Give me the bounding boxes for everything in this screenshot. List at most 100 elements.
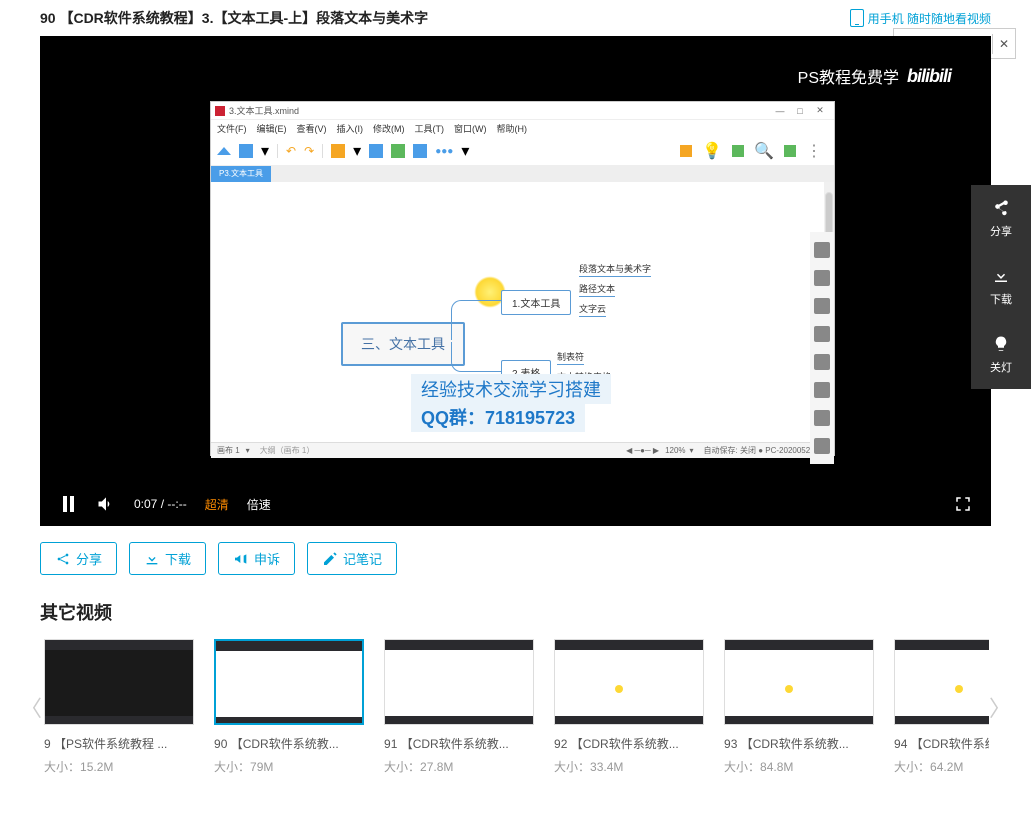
carousel-next[interactable]: 〉 — [989, 661, 1011, 753]
video-item-size: 大小：27.8M — [384, 758, 534, 775]
video-item-size: 大小：15.2M — [44, 758, 194, 775]
present-icon[interactable] — [680, 145, 692, 157]
redo-icon[interactable]: ↷ — [304, 144, 314, 158]
side-tool-4[interactable] — [814, 326, 830, 342]
video-item[interactable]: 94 【CDR软件系统教...大小：64.2M — [894, 639, 989, 775]
mindmap-node-1[interactable]: 1.文本工具 — [501, 290, 571, 315]
video-player[interactable]: PS教程免费学 bilibili 3.文本工具.xmind — □ ✕ 文件(F… — [40, 36, 991, 526]
tool3-icon[interactable] — [413, 144, 427, 158]
window-maximize[interactable]: □ — [790, 106, 810, 116]
side-tool-3[interactable] — [814, 298, 830, 314]
video-item-size: 大小：33.4M — [554, 758, 704, 775]
side-tool-8[interactable] — [814, 438, 830, 454]
panel-light-button[interactable]: 关灯 — [971, 321, 1031, 389]
xmind-tabs: P3.文本工具 — [211, 166, 834, 182]
share-icon[interactable] — [784, 145, 796, 157]
xmind-side-panel — [810, 232, 834, 464]
side-tool-1[interactable] — [814, 242, 830, 258]
video-item[interactable]: 92 【CDR软件系统教... 大小：33.4M — [554, 639, 704, 775]
tool2-icon[interactable] — [391, 144, 405, 158]
side-tool-2[interactable] — [814, 270, 830, 286]
video-thumbnail[interactable] — [894, 639, 989, 725]
pencil-icon — [322, 551, 338, 567]
download-button[interactable]: 下载 — [129, 542, 206, 575]
xmind-titlebar: 3.文本工具.xmind — □ ✕ — [211, 102, 834, 120]
page-header: 90 【CDR软件系统教程】3.【文本工具-上】段落文本与美术字 用手机 随时随… — [0, 0, 1031, 36]
share-icon — [55, 551, 71, 567]
quality-selector[interactable]: 超清 — [205, 496, 229, 513]
video-item-title: 93 【CDR软件系统教... — [724, 735, 874, 752]
xmind-canvas[interactable]: 三、文本工具 1.文本工具 2.表格 段落文本与美术字 路径文本 文字云 制表符… — [211, 182, 834, 442]
video-thumbnail[interactable] — [44, 639, 194, 725]
volume-button[interactable] — [96, 494, 116, 514]
undo-icon[interactable]: ↶ — [286, 144, 296, 158]
phone-watch-link[interactable]: 用手机 随时随地看视频 — [850, 9, 991, 27]
share-button[interactable]: 分享 — [40, 542, 117, 575]
window-close[interactable]: ✕ — [810, 105, 830, 116]
video-item-title: 91 【CDR软件系统教... — [384, 735, 534, 752]
mindmap-leaf-4[interactable]: 制表符 — [557, 350, 584, 365]
download-icon — [992, 267, 1010, 285]
right-side-panel: 分享 下载 关灯 — [971, 185, 1031, 389]
tool1-icon[interactable] — [369, 144, 383, 158]
side-tool-6[interactable] — [814, 382, 830, 398]
bulb-icon — [992, 335, 1010, 353]
save-icon[interactable] — [239, 144, 253, 158]
promo-text-1: 经验技术交流学习搭建 — [411, 374, 611, 404]
xmind-tab[interactable]: P3.文本工具 — [211, 166, 271, 182]
panel-download-button[interactable]: 下载 — [971, 253, 1031, 321]
other-videos-heading: 其它视频 — [0, 591, 1031, 639]
mindmap-leaf-3[interactable]: 文字云 — [579, 302, 606, 317]
fullscreen-button[interactable] — [953, 494, 973, 514]
video-item[interactable]: 90 【CDR软件系统教...大小：79M — [214, 639, 364, 775]
video-thumbnail[interactable] — [554, 639, 704, 725]
xmind-statusbar: 画布 1 ▾ 大纲（画布 1） ◀ ─●─ ▶ 120% ▾ 自动保存: 关闭 … — [211, 442, 834, 458]
video-thumbnail[interactable] — [724, 639, 874, 725]
mindmap-leaf-2[interactable]: 路径文本 — [579, 282, 615, 297]
video-item[interactable]: 93 【CDR软件系统教... 大小：84.8M — [724, 639, 874, 775]
player-controls: 0:07 / --:-- 超清 倍速 — [40, 482, 991, 526]
video-item-title: 92 【CDR软件系统教... — [554, 735, 704, 752]
video-item-size: 大小：64.2M — [894, 758, 989, 775]
video-item[interactable]: 9 【PS软件系统教程 ... 大小：15.2M — [44, 639, 194, 775]
carousel-items: 9 【PS软件系统教程 ... 大小：15.2M 90 【CDR软件系统教...大小… — [42, 639, 989, 775]
bilibili-logo: bilibili — [907, 66, 951, 87]
phone-icon — [850, 9, 864, 27]
video-item[interactable]: 91 【CDR软件系统教... 大小：27.8M — [384, 639, 534, 775]
watermark: PS教程免费学 bilibili — [798, 64, 951, 88]
pause-button[interactable] — [58, 494, 78, 514]
carousel-prev[interactable]: 〈 — [20, 661, 42, 753]
video-title: 90 【CDR软件系统教程】3.【文本工具-上】段落文本与美术字 — [40, 8, 840, 28]
folder-icon[interactable] — [331, 144, 345, 158]
xmind-menubar[interactable]: 文件(F) 编辑(E) 查看(V) 插入(I) 修改(M) 工具(T) 窗口(W… — [211, 120, 834, 137]
promo-text-2: QQ群：718195723 — [411, 402, 585, 432]
video-item-size: 大小：84.8M — [724, 758, 874, 775]
playback-time: 0:07 / --:-- — [134, 497, 187, 511]
gear-icon[interactable]: ⋮ — [806, 141, 822, 161]
speed-selector[interactable]: 倍速 — [247, 496, 271, 513]
mindmap-leaf-1[interactable]: 段落文本与美术字 — [579, 262, 651, 277]
video-frame-content: 3.文本工具.xmind — □ ✕ 文件(F) 编辑(E) 查看(V) 插入(… — [210, 101, 835, 456]
report-button[interactable]: 申诉 — [218, 542, 295, 575]
side-tool-7[interactable] — [814, 410, 830, 426]
window-minimize[interactable]: — — [770, 106, 790, 116]
video-thumbnail[interactable] — [214, 639, 364, 725]
mindmap-root-node[interactable]: 三、文本工具 — [341, 322, 465, 366]
xmind-app-icon — [215, 106, 225, 116]
action-buttons: 分享 下载 申诉 记笔记 — [0, 526, 1031, 591]
more-icon[interactable]: ●●● — [435, 146, 453, 157]
video-item-title: 9 【PS软件系统教程 ... — [44, 735, 194, 752]
home-icon[interactable] — [217, 147, 231, 155]
search-icon[interactable]: 🔍 — [754, 141, 774, 161]
video-carousel: 〈 9 【PS软件系统教程 ... 大小：15.2M 90 【CDR软件系统教...… — [0, 639, 1031, 775]
panel-share-button[interactable]: 分享 — [971, 185, 1031, 253]
megaphone-icon — [233, 551, 249, 567]
bulb-icon[interactable]: 💡 — [702, 141, 722, 161]
share-icon — [992, 199, 1010, 217]
video-item-size: 大小：79M — [214, 758, 364, 775]
mini-window-close[interactable]: ✕ — [992, 34, 1015, 54]
video-thumbnail[interactable] — [384, 639, 534, 725]
note-button[interactable]: 记笔记 — [307, 542, 397, 575]
side-tool-5[interactable] — [814, 354, 830, 370]
tool4-icon[interactable] — [732, 145, 744, 157]
